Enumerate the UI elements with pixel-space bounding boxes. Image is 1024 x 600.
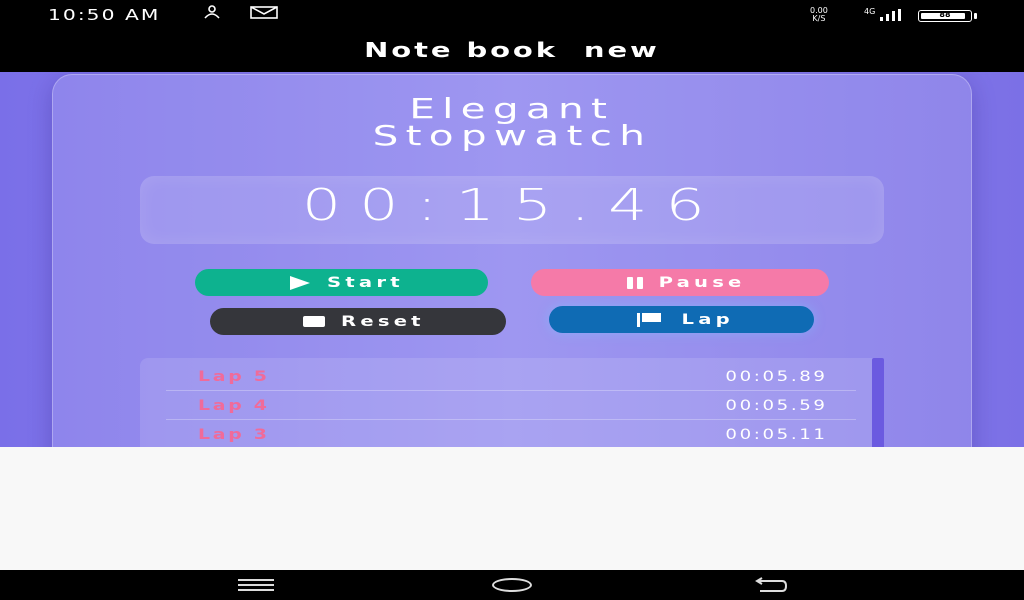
- flag-icon: [636, 312, 661, 327]
- lap-name: Lap 4: [198, 398, 270, 414]
- battery-icon: 88: [918, 10, 972, 22]
- lap-time: 00:05.89: [725, 369, 828, 385]
- signal-icon: [880, 9, 904, 21]
- reset-button[interactable]: Reset: [210, 308, 506, 335]
- mail-icon: [250, 5, 278, 23]
- person-icon: [203, 5, 221, 23]
- status-bar: 10:50 AM 0.00 K/S 4G 88: [0, 0, 1024, 32]
- pause-icon: [626, 276, 643, 289]
- time-display: 00:15.46: [301, 180, 723, 231]
- lap-name: Lap 5: [198, 369, 270, 385]
- home-icon[interactable]: [492, 578, 532, 592]
- blank-area: [0, 447, 1024, 570]
- status-time: 10:50 AM: [48, 6, 161, 24]
- lap-time: 00:05.11: [725, 427, 828, 443]
- lap-name: Lap 3: [198, 427, 270, 443]
- navigation-bar: [0, 570, 1024, 600]
- web-content: Elegant Stopwatch 00:15.46 Start Pause R…: [0, 72, 1024, 447]
- title-line-2: Stopwatch: [372, 119, 652, 152]
- lap-row: Lap 3 00:05.11: [166, 420, 856, 447]
- back-icon[interactable]: [752, 577, 788, 593]
- net-speed-unit: K/S: [812, 14, 826, 23]
- lap-list[interactable]: Lap 5 00:05.89 Lap 4 00:05.59 Lap 3 00:0…: [140, 358, 884, 447]
- network-type: 4G: [864, 7, 876, 16]
- battery-level: 88: [939, 10, 951, 19]
- battery-tip: [974, 13, 977, 19]
- play-icon: [290, 275, 311, 290]
- net-speed: 0.00 K/S: [810, 7, 828, 23]
- lap-row: Lap 5 00:05.89: [166, 362, 856, 391]
- phone-screen: 10:50 AM 0.00 K/S 4G 88 Note book new El…: [0, 0, 1024, 600]
- app-bar: Note book new: [0, 32, 1024, 72]
- lap-time: 00:05.59: [725, 398, 828, 414]
- stop-icon: [303, 316, 326, 327]
- start-button[interactable]: Start: [195, 269, 488, 296]
- lap-button[interactable]: Lap: [549, 306, 814, 333]
- lap-list-scrollbar[interactable]: [872, 358, 884, 447]
- pause-button[interactable]: Pause: [531, 269, 829, 296]
- app-title: Note book new: [364, 38, 660, 62]
- menu-icon[interactable]: [238, 579, 274, 591]
- lap-row: Lap 4 00:05.59: [166, 391, 856, 420]
